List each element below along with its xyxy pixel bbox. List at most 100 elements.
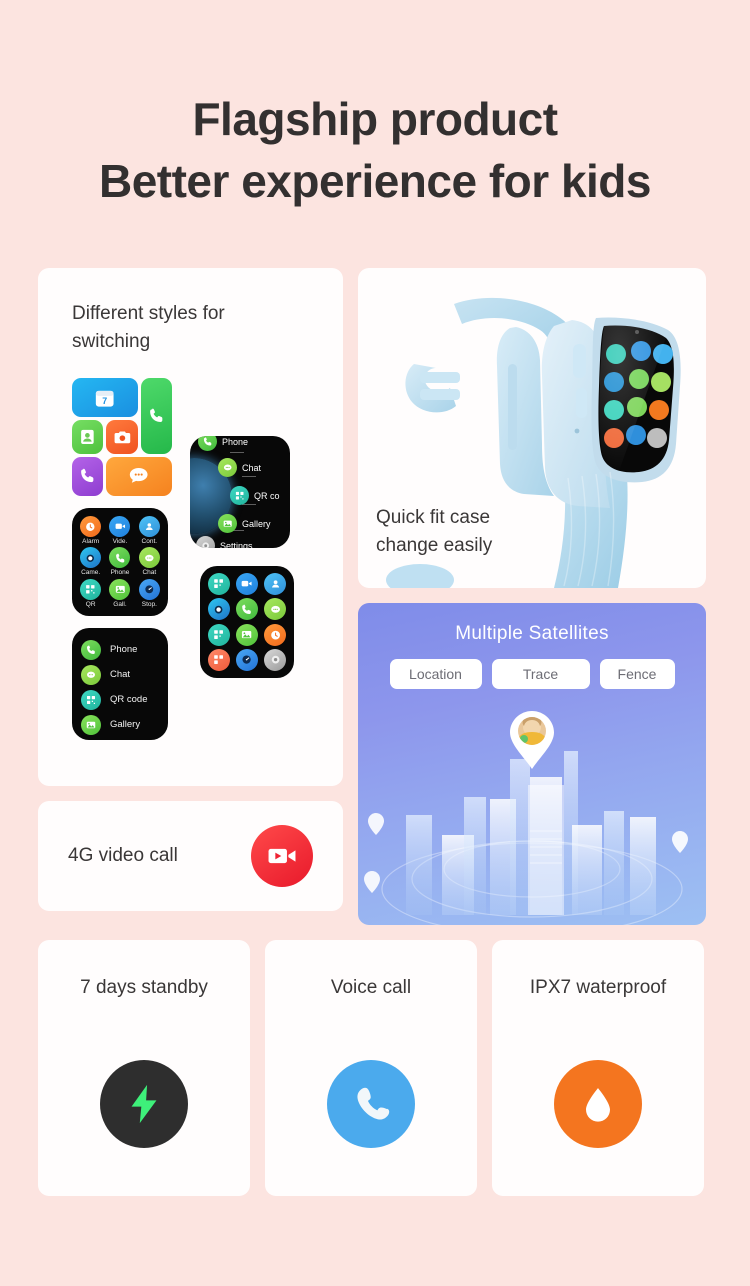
grid9-cell: Came. (77, 547, 104, 576)
top-row: Different styles for switching 7 Alarm V… (38, 268, 712, 925)
qr-code-icon (81, 689, 101, 710)
grid9-cell: Gall. (106, 578, 133, 608)
list-item: Gallery (81, 712, 168, 737)
stopwatch-icon (235, 648, 258, 671)
grid9-label: Phone (110, 569, 130, 577)
list-item: QR code (81, 687, 168, 712)
watch-menu-list: Phone Chat QR code Gallery (72, 628, 168, 740)
watch-menu-globe: Phone Chat QR co Gallery Settings (190, 436, 290, 548)
grid9-label: Cont. (141, 538, 158, 546)
globe-item-label: QR co (254, 490, 280, 501)
camera-icon (80, 547, 102, 569)
list-item: Chat (81, 662, 168, 687)
grid9-cell: Phone (106, 547, 133, 576)
grid9-cell: Alarm (77, 516, 104, 545)
phone-icon (198, 436, 217, 451)
gallery-icon (109, 578, 131, 600)
water-drop-glyph (586, 1088, 610, 1122)
video-icon (235, 573, 258, 595)
grid9-cell: Chat (136, 547, 163, 576)
qr-code-icon (230, 486, 249, 505)
waterproof-card-title: IPX7 waterproof (529, 977, 667, 998)
alarm-icon (264, 623, 287, 646)
card-7-days-standby: 7 days standby (38, 940, 250, 1196)
grid9-label: Came. (81, 569, 101, 577)
card-ipx7-waterproof: IPX7 waterproof (492, 940, 704, 1196)
video-card-title: 4G video call (68, 845, 178, 866)
globe-item-label: Gallery (242, 518, 271, 529)
phone-tile (140, 378, 172, 454)
tab-location[interactable]: Location (389, 659, 482, 689)
voice-card-title: Voice call (330, 977, 412, 998)
calendar-tile: 7 (72, 378, 138, 418)
globe-connector (230, 452, 244, 453)
phone-icon (235, 598, 258, 621)
list-item-label: QR code (110, 694, 148, 705)
list-item-label: Chat (110, 669, 131, 680)
video-camera-glyph (268, 848, 296, 864)
globe-item-label: Settings (220, 540, 253, 549)
chat-icon (138, 547, 160, 569)
water-drop-icon (554, 1060, 642, 1148)
gear-icon (196, 536, 215, 548)
contacts-icon (264, 573, 287, 595)
contacts-icon (81, 429, 94, 445)
chat-icon (81, 664, 101, 685)
globe-item-label: Phone (222, 436, 249, 447)
chat-tile (106, 456, 172, 496)
watch-card-title: Quick fit case change easily (376, 507, 493, 556)
grid9-label: Chat (142, 569, 157, 577)
satellites-title: Multiple Satellites (455, 623, 609, 644)
qr-scan-icon (207, 648, 230, 671)
dial-icon (81, 469, 94, 483)
globe-item-qrcode: QR co (230, 486, 280, 505)
globe-item-phone: Phone (198, 436, 248, 451)
camera-icon (207, 598, 230, 621)
phone-handset-icon (327, 1060, 415, 1148)
app-tile-grid: 7 (72, 378, 172, 496)
grid9-label: QR (85, 600, 96, 608)
styles-illustration: 7 Alarm Vide. Cont. Came. Phone Chat QR … (72, 378, 342, 778)
watch-menu-grid9: Alarm Vide. Cont. Came. Phone Chat QR Ga… (72, 508, 168, 616)
alarm-icon (80, 516, 102, 538)
card-4g-video-call: 4G video call (38, 801, 343, 911)
card-voice-call: Voice call (265, 940, 477, 1196)
contacts-tile (72, 420, 104, 454)
qr-code-icon (207, 623, 230, 646)
camera-tile (106, 420, 138, 454)
page-title: Flagship product Better experience for k… (0, 0, 750, 212)
camera-icon (114, 431, 130, 444)
lightning-bolt-glyph (131, 1084, 157, 1124)
globe-item-settings: Settings (196, 536, 253, 548)
phone-icon (81, 639, 101, 660)
grid9-cell: QR (77, 578, 104, 608)
contacts-icon (138, 516, 160, 538)
svg-text:7: 7 (102, 396, 107, 406)
watch-menu-grid12 (200, 566, 294, 678)
video-icon (109, 516, 131, 538)
stopwatch-icon (138, 578, 160, 600)
grid9-cell: Cont. (136, 516, 163, 545)
video-camera-icon (251, 825, 313, 887)
gallery-icon (218, 514, 237, 533)
feature-board: Different styles for switching 7 Alarm V… (0, 268, 750, 1196)
card-multiple-satellites: Multiple Satellites Location Trace Fence (358, 603, 706, 925)
chat-bubble-icon (130, 468, 149, 484)
grid9-label: Alarm (82, 538, 100, 546)
styles-card-title: Different styles for switching (72, 303, 225, 352)
grid9-label: Stop. (141, 600, 157, 608)
globe-item-label: Chat (242, 462, 262, 473)
globe-item-gallery: Gallery (218, 514, 271, 533)
tab-fence[interactable]: Fence (599, 659, 675, 689)
tab-trace[interactable]: Trace (491, 659, 590, 689)
chat-icon (264, 598, 287, 621)
left-column: Different styles for switching 7 Alarm V… (38, 268, 343, 925)
phone-icon (150, 408, 163, 423)
list-item: Phone (81, 637, 168, 662)
headline-line-2: Better experience for kids (98, 155, 652, 207)
card-different-styles: Different styles for switching 7 Alarm V… (38, 268, 343, 786)
globe-item-chat: Chat (218, 458, 261, 477)
phone-handset-glyph (357, 1087, 390, 1120)
right-column: Quick fit case change easily Multiple Sa… (358, 268, 706, 925)
grid9-label: Vide. (112, 538, 128, 546)
